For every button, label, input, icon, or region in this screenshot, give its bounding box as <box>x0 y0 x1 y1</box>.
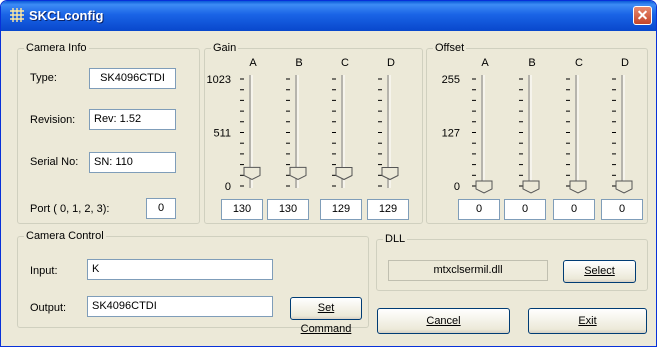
offset-legend: Offset <box>435 42 465 54</box>
gain-b-field[interactable]: 130 <box>267 199 309 220</box>
select-button[interactable]: Select <box>563 260 636 283</box>
gain-scale-label-0: 0 <box>225 181 231 193</box>
dll-legend: DLL <box>385 233 406 245</box>
gain-scale-label-511: 511 <box>213 128 231 140</box>
cancel-button[interactable]: Cancel <box>377 308 510 334</box>
gain-channel-label-b: B <box>295 57 302 69</box>
offset-a-field[interactable]: 0 <box>458 199 500 220</box>
skclconfig-window: SKCLconfig Camera Info Type: SK4096CTDI … <box>0 0 657 347</box>
gain-scale-label-1023: 1023 <box>207 74 231 86</box>
gain-slider-thumb-c[interactable] <box>335 167 353 181</box>
offset-b-field[interactable]: 0 <box>504 199 546 220</box>
input-field[interactable]: K <box>87 259 273 280</box>
gain-slider-thumb-b[interactable] <box>289 166 307 180</box>
offset-d-field[interactable]: 0 <box>601 199 643 220</box>
output-label: Output: <box>30 302 67 314</box>
gain-channel-label-c: C <box>341 57 349 69</box>
gain-c-field[interactable]: 129 <box>320 199 362 220</box>
offset-c-field[interactable]: 0 <box>553 199 595 220</box>
set-command-button[interactable]: Set Command <box>290 297 362 335</box>
input-label: Input: <box>30 265 58 277</box>
gain-a-field[interactable]: 130 <box>221 199 263 220</box>
gain-channel-label-d: D <box>387 57 395 69</box>
gain-d-field[interactable]: 129 <box>367 199 409 220</box>
dll-file-display: mtxclsermil.dll <box>388 260 548 281</box>
exit-button[interactable]: Exit <box>528 308 647 334</box>
camera-control-legend: Camera Control <box>26 230 104 242</box>
offset-group: Offset <box>426 42 648 224</box>
gain-slider-thumb-d[interactable] <box>381 167 399 181</box>
gain-channel-label-a: A <box>249 57 257 69</box>
output-field[interactable]: SK4096CTDI <box>87 296 273 317</box>
gain-slider-thumb-a[interactable] <box>243 166 261 180</box>
